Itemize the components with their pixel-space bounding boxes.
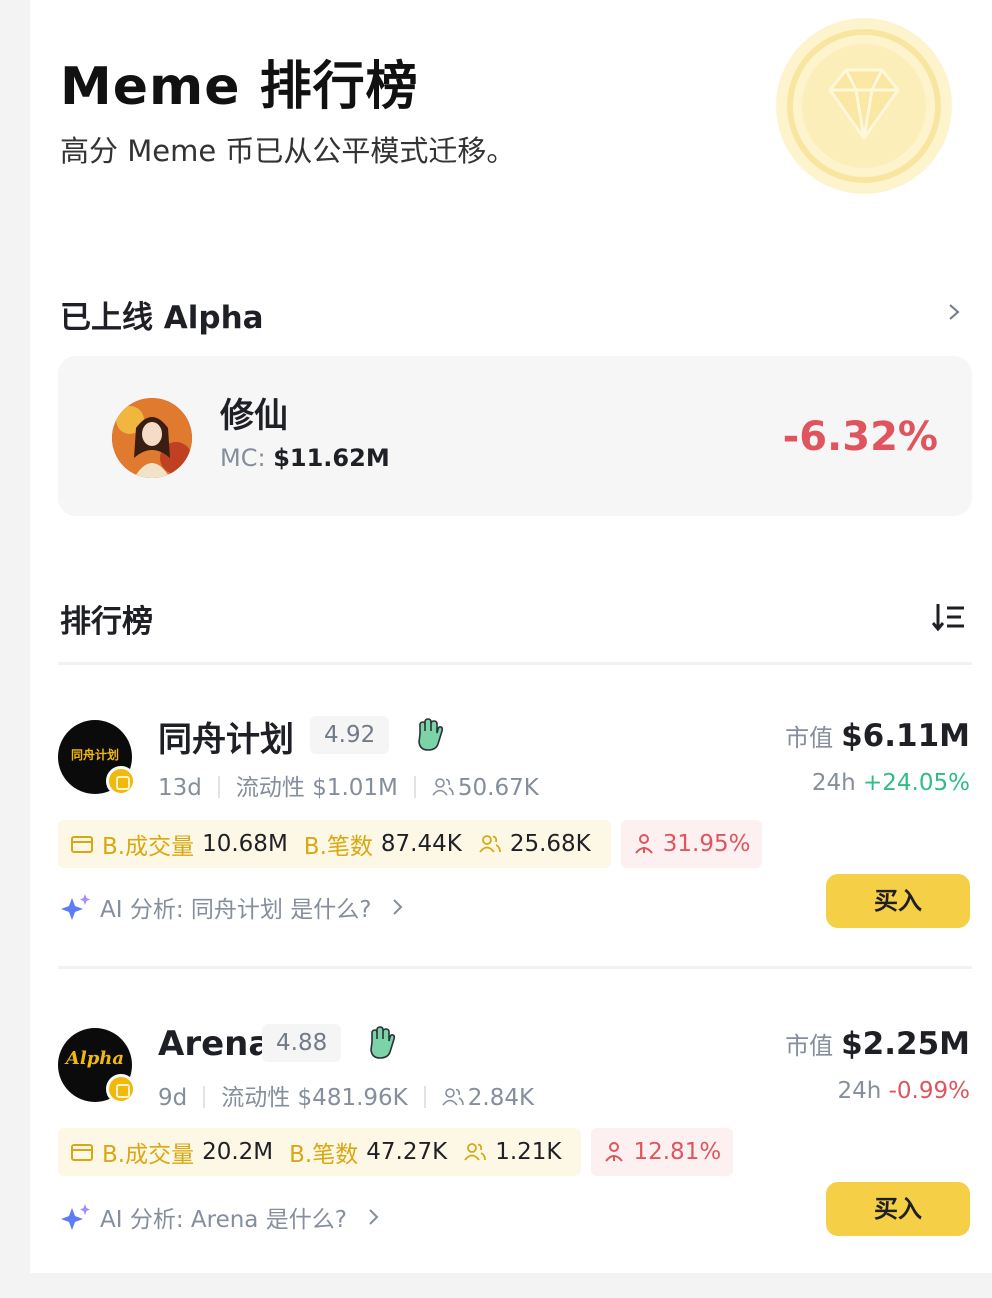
- coin-meta: 9d 流动性 $481.96K 2.84K: [158, 1078, 534, 1112]
- b-users-value: 25.68K: [509, 831, 591, 857]
- alpha-token-change: -6.32%: [782, 414, 938, 460]
- separator: [423, 1086, 426, 1108]
- buy-button[interactable]: 买入: [826, 874, 970, 928]
- alpha-token-name: 修仙: [220, 396, 288, 436]
- b-trades-label: B.笔数: [289, 1142, 359, 1168]
- alpha-token-avatar: [112, 398, 192, 478]
- liquidity-value: $481.96K: [297, 1085, 408, 1111]
- avatar-text: Alpha: [65, 1048, 125, 1069]
- coin-name: 同舟计划: [158, 720, 294, 760]
- alpha-token-market-cap: MC: $11.62M: [220, 444, 390, 472]
- divider: [58, 662, 972, 665]
- b-volume-label: B.成交量: [102, 1142, 195, 1168]
- volume-icon: [71, 836, 93, 853]
- holders-count: 2.84K: [467, 1085, 535, 1111]
- b-volume-value: 10.68M: [202, 831, 288, 857]
- divider: [58, 966, 972, 969]
- sort-icon[interactable]: [930, 598, 968, 636]
- people-icon: [432, 778, 454, 796]
- ratio-value: 12.81%: [633, 1139, 722, 1165]
- platform-mini-icon: [106, 1074, 136, 1104]
- liquidity-value: $1.01M: [312, 775, 398, 801]
- b-trades-label: B.笔数: [303, 834, 373, 860]
- b-users-value: 1.21K: [495, 1139, 562, 1165]
- chevron-right-icon: [369, 1209, 379, 1225]
- ai-sparkle-icon: [61, 1204, 90, 1230]
- mc-value: $11.62M: [273, 444, 390, 472]
- ai-sparkle-icon: [61, 894, 90, 920]
- hand-wave-icon: [418, 718, 444, 751]
- coin-age: 13d: [158, 775, 202, 801]
- liquidity-label: 流动性: [235, 775, 305, 801]
- score-badge: 4.92: [310, 716, 390, 754]
- page-subtitle: 高分 Meme 币已从公平模式迁移。: [60, 134, 516, 168]
- ratio-value: 31.95%: [662, 831, 751, 857]
- ai-analysis-text: AI 分析: Arena 是什么?: [100, 1207, 347, 1233]
- meme-leaderboard-page: Meme 排行榜 高分 Meme 币已从公平模式迁移。 已上线 Alpha 修仙…: [30, 0, 992, 1273]
- market-cap-label: 市值: [785, 724, 834, 752]
- binance-stats: B.成交量 20.2M B.笔数 47.27K 1.21K: [58, 1128, 582, 1176]
- change-24h: 24h -0.99%: [837, 1078, 970, 1104]
- stat-bar: B.成交量 20.2M B.笔数 47.27K 1.21K 12.81%: [58, 1128, 734, 1176]
- market-cap-value: $2.25M: [841, 1026, 970, 1062]
- buy-button[interactable]: 买入: [826, 1182, 970, 1236]
- ranking-row-2[interactable]: Alpha Arena 4.88 9d 流动性 $481.96K 2.84K 市值 $…: [30, 998, 992, 1298]
- diamond-badge-icon: [776, 18, 952, 194]
- change-label: 24h: [837, 1078, 882, 1104]
- b-volume-value: 20.2M: [202, 1139, 274, 1165]
- coin-avatar: Alpha: [58, 1028, 136, 1104]
- chevron-right-icon: [393, 899, 403, 915]
- b-volume-label: B.成交量: [102, 834, 195, 860]
- market-cap-value: $6.11M: [841, 718, 970, 754]
- separator: [413, 776, 416, 798]
- ranking-row-1[interactable]: 同舟计划 同舟计划 4.92 13d 流动性 $1.01M 50.67K 市值 $6.…: [30, 690, 992, 990]
- coin-name: Arena: [158, 1024, 272, 1064]
- market-cap: 市值 $6.11M: [785, 718, 970, 754]
- market-cap: 市值 $2.25M: [785, 1026, 970, 1062]
- holders-count: 50.67K: [457, 775, 539, 801]
- people-icon: [464, 1143, 487, 1161]
- volume-icon: [71, 1144, 93, 1161]
- ratio-person-icon: [634, 834, 653, 854]
- ai-analysis-link[interactable]: AI 分析: 同舟计划 是什么?: [60, 890, 407, 924]
- change-value: -0.99%: [888, 1078, 970, 1104]
- avatar-text: 同舟计划: [70, 748, 119, 762]
- coin-avatar: 同舟计划: [58, 720, 136, 796]
- stat-bar: B.成交量 10.68M B.笔数 87.44K 25.68K 31.95%: [58, 820, 763, 868]
- ratio-badge: 12.81%: [591, 1128, 734, 1176]
- hand-wave-icon: [370, 1026, 396, 1059]
- liquidity-label: 流动性: [221, 1085, 291, 1111]
- platform-mini-icon: [106, 766, 136, 796]
- alpha-more-chevron-right-icon[interactable]: [944, 302, 964, 322]
- ratio-person-icon: [605, 1142, 624, 1162]
- separator: [217, 776, 220, 798]
- ranking-section-title: 排行榜: [60, 604, 153, 640]
- change-24h: 24h +24.05%: [812, 770, 970, 796]
- people-icon: [442, 1088, 464, 1106]
- binance-stats: B.成交量 10.68M B.笔数 87.44K 25.68K: [58, 820, 611, 868]
- page-title: Meme 排行榜: [60, 57, 419, 117]
- score-badge: 4.88: [262, 1024, 342, 1062]
- alpha-section-title: 已上线 Alpha: [60, 300, 264, 336]
- coin-meta: 13d 流动性 $1.01M 50.67K: [158, 768, 539, 802]
- coin-age: 9d: [158, 1085, 188, 1111]
- change-value: +24.05%: [863, 770, 970, 796]
- ratio-badge: 31.95%: [620, 820, 763, 868]
- people-icon: [479, 835, 501, 853]
- b-trades-value: 87.44K: [380, 831, 462, 857]
- separator: [203, 1086, 206, 1108]
- mc-label: MC:: [220, 444, 266, 472]
- ai-analysis-text: AI 分析: 同舟计划 是什么?: [100, 897, 372, 923]
- ai-analysis-link[interactable]: AI 分析: Arena 是什么?: [60, 1200, 383, 1234]
- market-cap-label: 市值: [785, 1032, 834, 1060]
- b-trades-value: 47.27K: [366, 1139, 448, 1165]
- change-label: 24h: [811, 770, 856, 796]
